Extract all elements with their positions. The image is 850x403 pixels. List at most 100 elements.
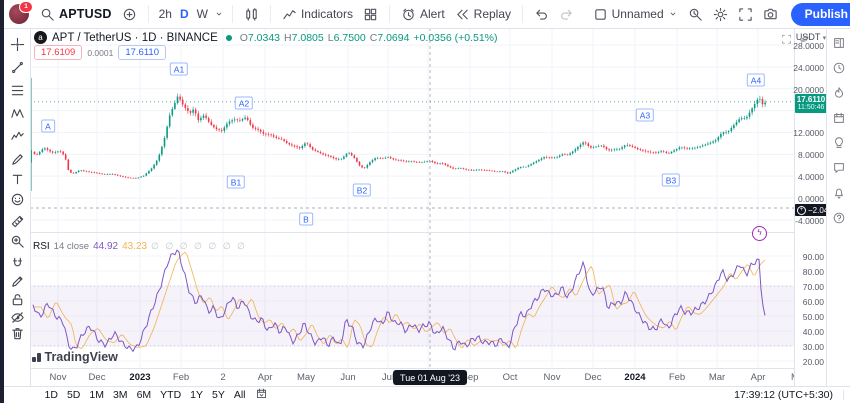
range-all[interactable]: All [229, 389, 250, 401]
time-axis[interactable]: Tue 01 Aug '23 NovDec2023Feb2AprMayJunJu… [30, 368, 827, 388]
timeframe-2h[interactable]: 2h [155, 7, 176, 21]
time-tick: Nov [50, 372, 67, 383]
range-1y[interactable]: 1Y [186, 389, 208, 401]
crosshair-tool[interactable] [8, 35, 26, 53]
reset-scale-icon[interactable] [799, 34, 810, 48]
time-tick: Mar [709, 372, 725, 383]
rsi-tick: 30.00 [803, 342, 824, 352]
goto-date-range-icon[interactable] [250, 387, 272, 403]
hotlists-icon[interactable] [830, 84, 847, 101]
fib-retracement-tool[interactable] [8, 81, 26, 99]
elliott-wave-tool[interactable] [8, 127, 26, 145]
rsi-params: 14 close [54, 241, 89, 252]
timeframe-1d[interactable]: D [176, 7, 193, 21]
timeframe-menu-button[interactable] [212, 9, 226, 19]
session-clock[interactable]: 17:39:12 (UTC+5:30) [734, 389, 843, 401]
xabcd-pattern-tool[interactable] [8, 104, 26, 122]
undo-button[interactable] [529, 7, 554, 22]
quick-search-button[interactable] [683, 7, 708, 22]
range-1d[interactable]: 1D [40, 389, 62, 401]
symbol-search-button[interactable]: APTUSD [35, 7, 117, 22]
time-tick: Nov [544, 372, 561, 383]
range-1m[interactable]: 1M [85, 389, 109, 401]
market-status-icon [226, 35, 232, 41]
text-tool[interactable] [8, 170, 26, 188]
undo-icon [534, 7, 549, 22]
help-icon[interactable] [830, 209, 847, 226]
range-5y[interactable]: 5Y [208, 389, 230, 401]
price-tick: 4.0000 [798, 172, 824, 182]
screenshot-button[interactable] [758, 7, 783, 22]
symbol-legend[interactable]: a APT / TetherUS · 1D · BINANCE O7.0343 … [34, 31, 498, 44]
alert-label: Alert [420, 7, 445, 21]
publish-button[interactable]: Publish [791, 3, 850, 26]
rsi-tick: 40.00 [803, 327, 824, 337]
pane-divider[interactable] [30, 232, 827, 233]
replay-button[interactable]: Replay [450, 7, 516, 22]
rsi-tick: 80.00 [803, 267, 824, 277]
maximize-pane-icon[interactable] [781, 34, 792, 48]
redo-icon [559, 7, 574, 22]
separator [270, 5, 271, 23]
trash-tool[interactable] [8, 324, 26, 342]
bottom-toolbar: 1D5D1M3M6MYTD1Y5YAll 17:39:12 (UTC+5:30) [4, 386, 850, 403]
emoji-tool[interactable] [8, 190, 26, 208]
rsi-tick: 70.00 [803, 282, 824, 292]
candles-icon [244, 7, 259, 22]
alert-button[interactable]: Alert [396, 7, 450, 22]
rsi-plot [30, 250, 795, 351]
settings-button[interactable] [708, 7, 733, 22]
separator [148, 5, 149, 23]
rsi-empty-values: ∅ ∅ ∅ ∅ ∅ ∅ ∅ [151, 241, 247, 252]
pane-scale-buttons[interactable] [779, 31, 812, 51]
user-menu-button[interactable]: 1 [9, 4, 29, 24]
time-tick: Apr [258, 372, 273, 383]
rsi-name: RSI [33, 241, 50, 252]
layout-icon [593, 7, 608, 22]
calendar-icon[interactable] [830, 109, 847, 126]
range-5d[interactable]: 5D [62, 389, 84, 401]
sell-button[interactable]: 17.6109 [34, 45, 82, 60]
redo-button[interactable] [554, 7, 579, 22]
trendline-tool[interactable] [8, 58, 26, 76]
gear-icon [713, 7, 728, 22]
timeframe-1w[interactable]: W [193, 7, 212, 21]
tradingview-logo[interactable]: TradingView [32, 350, 118, 364]
top-toolbar: 1 APTUSD 2h D W Indicators Aler [4, 0, 850, 29]
plus-circle-icon [122, 7, 137, 22]
price-axis[interactable]: USDT ▾ 17.6110 11:50:46 + −2.0484 28.000… [794, 28, 827, 387]
measure-tool[interactable] [8, 212, 26, 230]
zoom-in-tool[interactable] [8, 232, 26, 250]
chat-icon[interactable] [830, 159, 847, 176]
legend-title[interactable]: APT / TetherUS · 1D · BINANCE [52, 32, 218, 44]
lock-tool[interactable] [8, 290, 26, 308]
buy-button[interactable]: 17.6110 [118, 45, 166, 60]
draw-tool[interactable] [8, 272, 26, 290]
chart-pane[interactable] [30, 28, 795, 368]
time-tick: 2023 [129, 372, 150, 383]
apt-logo-icon: a [34, 31, 47, 44]
alert-clock-icon [401, 7, 416, 22]
time-tick: May [297, 372, 315, 383]
plus-circle-icon[interactable]: + [797, 206, 806, 215]
magnet-tool[interactable] [8, 254, 26, 272]
notifications-icon[interactable] [830, 184, 847, 201]
tradingview-app: 1 APTUSD 2h D W Indicators Aler [0, 0, 850, 403]
range-3m[interactable]: 3M [108, 389, 132, 401]
price-tick: 0.0000 [798, 194, 824, 204]
indicator-templates-button[interactable] [358, 7, 383, 22]
layout-select[interactable]: Unnamed [588, 7, 683, 22]
watchlist-icon[interactable] [830, 34, 847, 51]
compare-add-button[interactable] [117, 7, 142, 22]
alerts-icon[interactable] [830, 59, 847, 76]
fullscreen-button[interactable] [733, 7, 758, 22]
replay-label: Replay [474, 7, 511, 21]
ideas-icon[interactable] [830, 134, 847, 151]
brush-tool[interactable] [8, 150, 26, 168]
range-ytd[interactable]: YTD [156, 389, 186, 401]
range-6m[interactable]: 6M [132, 389, 156, 401]
replay-icon [455, 7, 470, 22]
chart-style-button[interactable] [239, 7, 264, 22]
indicators-button[interactable]: Indicators [277, 7, 358, 22]
rsi-legend[interactable]: RSI 14 close 44.92 43.23 ∅ ∅ ∅ ∅ ∅ ∅ ∅ [33, 241, 247, 252]
